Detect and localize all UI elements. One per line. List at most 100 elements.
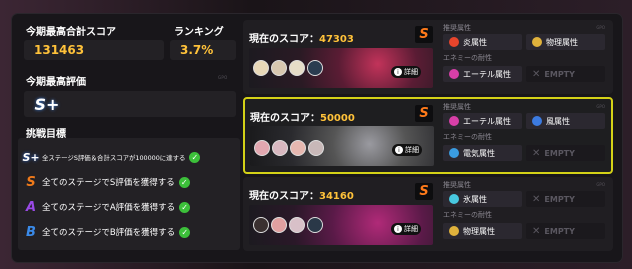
recommended-label: 推奨属性	[443, 181, 471, 189]
resistance-label: エネミーの耐性	[443, 133, 492, 141]
resistance-label: エネミーの耐性	[443, 54, 492, 62]
recommended-label: 推奨属性	[443, 24, 471, 32]
attribute-pill-empty: ✕ EMPTY	[526, 66, 605, 82]
resistance-attributes: 物理属性 ✕ EMPTY	[443, 223, 605, 239]
attribute-pill: 物理属性	[526, 34, 605, 50]
goal-text: 全てのステージでA評価を獲得する	[42, 203, 176, 213]
stage-card-1[interactable]: 現在のスコア：47303 S i 詳細 推奨属性 GPO 炎属性 物理属性 エネミ…	[243, 20, 613, 94]
summary-panel: 今期最高合計スコア 131463 ランキング 3.7% 今期最高評価 GPO S…	[18, 19, 240, 250]
rank-s-icon: S	[419, 27, 429, 42]
detail-button[interactable]: i 詳細	[391, 223, 421, 235]
detail-button[interactable]: i 詳細	[392, 144, 422, 156]
attribute-name: EMPTY	[544, 194, 575, 204]
score-value: 34160	[319, 191, 354, 202]
resistance-label: エネミーの耐性	[443, 211, 492, 219]
avatar	[253, 60, 269, 76]
avatar	[290, 140, 306, 156]
avatar	[289, 217, 305, 233]
rank-s-icon: S	[419, 106, 429, 121]
avatar	[254, 140, 270, 156]
high-score-label: 今期最高合計スコア	[26, 27, 116, 38]
team-avatars	[253, 217, 323, 233]
rating-label: 今期最高評価	[26, 77, 86, 88]
goal-item: B 全てのステージでB評価を獲得する ✓	[24, 223, 236, 241]
avatar	[307, 217, 323, 233]
goal-text: 全ステージS評価＆合計スコアが100000に達する	[42, 153, 186, 162]
avatar	[272, 140, 288, 156]
rank-a-icon: A	[25, 199, 37, 215]
resistance-attributes: 電気属性 ✕ EMPTY	[443, 145, 605, 161]
score-label: 現在のスコア：	[249, 191, 319, 202]
attribute-panel: 推奨属性 GPO 炎属性 物理属性 エネミーの耐性 エーテル属性 ✕ EMPTY	[443, 20, 609, 94]
goal-item: S+ 全ステージS評価＆合計スコアが100000に達する ✓	[22, 148, 236, 166]
stage-art: i 詳細	[249, 205, 433, 245]
rank-badge: S	[415, 183, 433, 200]
gear-icon	[532, 37, 542, 47]
avatar	[271, 217, 287, 233]
attribute-name: エーテル属性	[463, 69, 511, 79]
detail-button[interactable]: i 詳細	[391, 66, 421, 78]
rank-badge: S	[415, 26, 433, 43]
recommended-label: 推奨属性	[443, 103, 471, 111]
score-line: 現在のスコア：47303	[249, 30, 354, 45]
check-icon: ✓	[189, 151, 201, 163]
gpo-tag: GPO	[596, 104, 605, 109]
wind-icon	[532, 116, 542, 126]
rank-badge: S	[415, 105, 433, 122]
recommended-attributes: エーテル属性 風属性	[443, 113, 605, 129]
check-icon: ✓	[179, 201, 191, 213]
ether-icon	[449, 116, 459, 126]
attribute-name: 物理属性	[546, 37, 578, 47]
goal-text: 全てのステージでB評価を獲得する	[42, 228, 176, 238]
flame-icon	[449, 37, 459, 47]
high-score-value: 131463	[24, 40, 164, 60]
rank-b-icon: B	[26, 224, 36, 240]
detail-label: 詳細	[405, 146, 419, 154]
x-icon: ✕	[532, 226, 541, 237]
goals-list: S+ 全ステージS評価＆合計スコアが100000に達する ✓ S 全てのステージ…	[18, 138, 240, 250]
score-line: 現在のスコア：50000	[250, 109, 355, 124]
attribute-name: EMPTY	[544, 69, 575, 79]
detail-label: 詳細	[404, 68, 418, 76]
attribute-pill: 氷属性	[443, 191, 522, 207]
rating-value: S+	[34, 94, 60, 114]
gpo-tag: GPO	[218, 75, 228, 80]
attribute-pill-empty: ✕ EMPTY	[526, 145, 605, 161]
attribute-pill: エーテル属性	[443, 66, 522, 82]
ranking-label: ランキング	[174, 27, 224, 38]
attribute-name: 氷属性	[463, 194, 487, 204]
attribute-pill: 風属性	[526, 113, 605, 129]
detail-icon: i	[394, 68, 402, 76]
gpo-tag: GPO	[596, 25, 605, 30]
attribute-panel: 推奨属性 GPO エーテル属性 風属性 エネミーの耐性 電気属性 ✕ EMPTY	[443, 99, 609, 172]
stage-card-2[interactable]: 現在のスコア：50000 S i 詳細 推奨属性 GPO エーテル属性 風属性 エ…	[243, 97, 613, 174]
score-label: 現在のスコア：	[249, 34, 319, 45]
stage-art: i 詳細	[249, 48, 433, 88]
ice-icon	[449, 194, 459, 204]
stage-card-3[interactable]: 現在のスコア：34160 S i 詳細 推奨属性 GPO 氷属性 ✕ EMPTY エ…	[243, 177, 613, 251]
avatar	[289, 60, 305, 76]
attribute-panel: 推奨属性 GPO 氷属性 ✕ EMPTY エネミーの耐性 物理属性 ✕ EMPTY	[443, 177, 609, 251]
avatar	[253, 217, 269, 233]
detail-label: 詳細	[404, 225, 418, 233]
attribute-name: 炎属性	[463, 37, 487, 47]
stage-art: i 詳細	[250, 126, 434, 166]
attribute-name: 電気属性	[463, 148, 495, 158]
rank-s-plus-icon: S+	[22, 150, 40, 164]
x-icon: ✕	[532, 194, 541, 205]
x-icon: ✕	[532, 148, 541, 159]
attribute-pill: 炎属性	[443, 34, 522, 50]
resistance-attributes: エーテル属性 ✕ EMPTY	[443, 66, 605, 82]
goal-text: 全てのステージでS評価を獲得する	[42, 178, 175, 188]
attribute-name: 風属性	[546, 116, 570, 126]
ranking-value: 3.7%	[170, 40, 236, 60]
gpo-tag: GPO	[596, 182, 605, 187]
attribute-name: EMPTY	[544, 148, 575, 158]
avatar	[307, 60, 323, 76]
x-icon: ✕	[532, 69, 541, 80]
score-label: 現在のスコア：	[250, 113, 320, 124]
attribute-pill: エーテル属性	[443, 113, 522, 129]
attribute-pill-empty: ✕ EMPTY	[526, 191, 605, 207]
team-avatars	[254, 140, 324, 156]
attribute-pill: 電気属性	[443, 145, 522, 161]
